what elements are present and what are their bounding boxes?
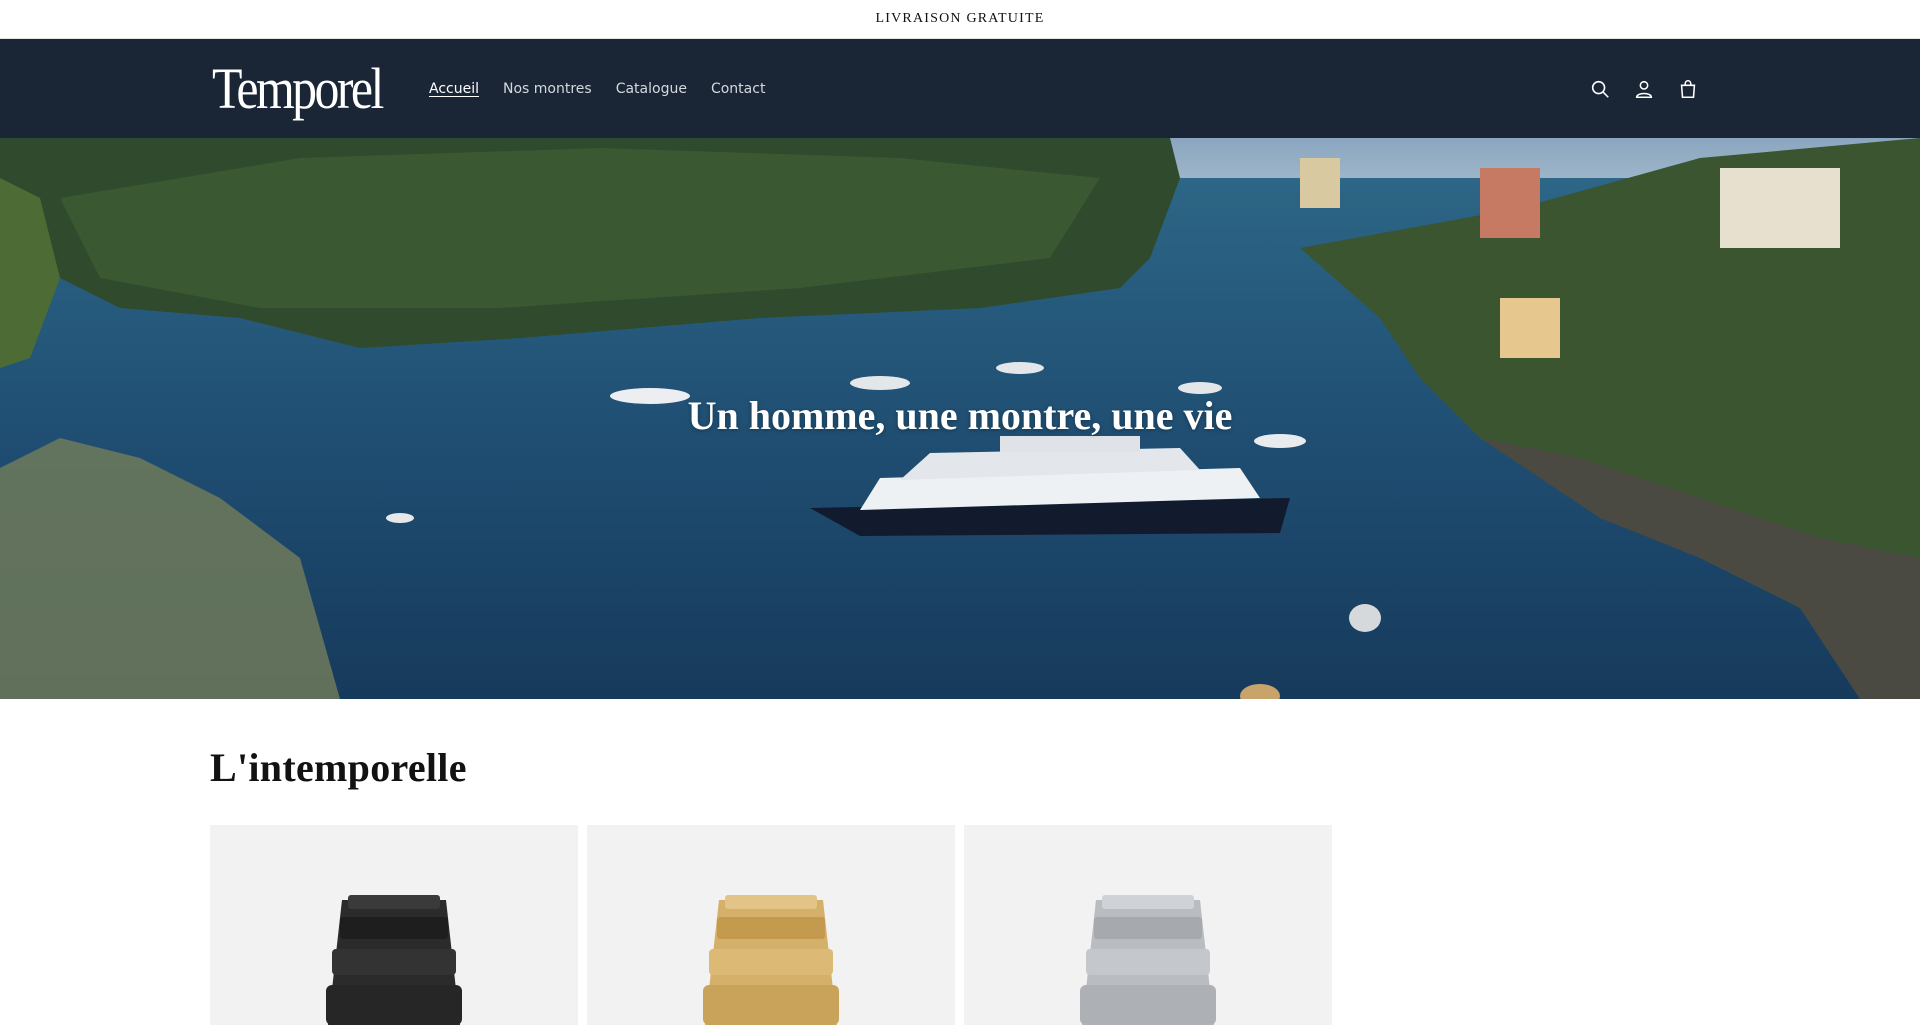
product-card[interactable]	[587, 825, 955, 1025]
watch-image-gold	[703, 895, 839, 1025]
search-icon[interactable]	[1585, 74, 1615, 104]
header-icons	[1585, 39, 1703, 138]
announcement-bar: LIVRAISON GRATUITE	[0, 0, 1920, 39]
nav-link-contact[interactable]: Contact	[711, 79, 765, 99]
product-grid	[210, 825, 1332, 1025]
nav-link-nos-montres[interactable]: Nos montres	[503, 79, 592, 99]
site-logo[interactable]: Temporel	[212, 53, 384, 125]
account-icon[interactable]	[1629, 74, 1659, 104]
nav-link-catalogue[interactable]: Catalogue	[616, 79, 687, 99]
watch-image-black	[326, 895, 462, 1025]
main-nav: Accueil Nos montres Catalogue Contact	[429, 39, 789, 138]
hero-banner: Un homme, une montre, une vie	[0, 138, 1920, 699]
watch-image-silver	[1080, 895, 1216, 1025]
nav-link-accueil[interactable]: Accueil	[429, 79, 479, 99]
site-header: Temporel Accueil Nos montres Catalogue C…	[0, 39, 1920, 138]
collection-title: L'intemporelle	[210, 745, 467, 790]
product-card[interactable]	[964, 825, 1332, 1025]
cart-icon[interactable]	[1673, 74, 1703, 104]
hero-title: Un homme, une montre, une vie	[687, 393, 1233, 438]
announcement-text: LIVRAISON GRATUITE	[875, 11, 1045, 26]
product-card[interactable]	[210, 825, 578, 1025]
